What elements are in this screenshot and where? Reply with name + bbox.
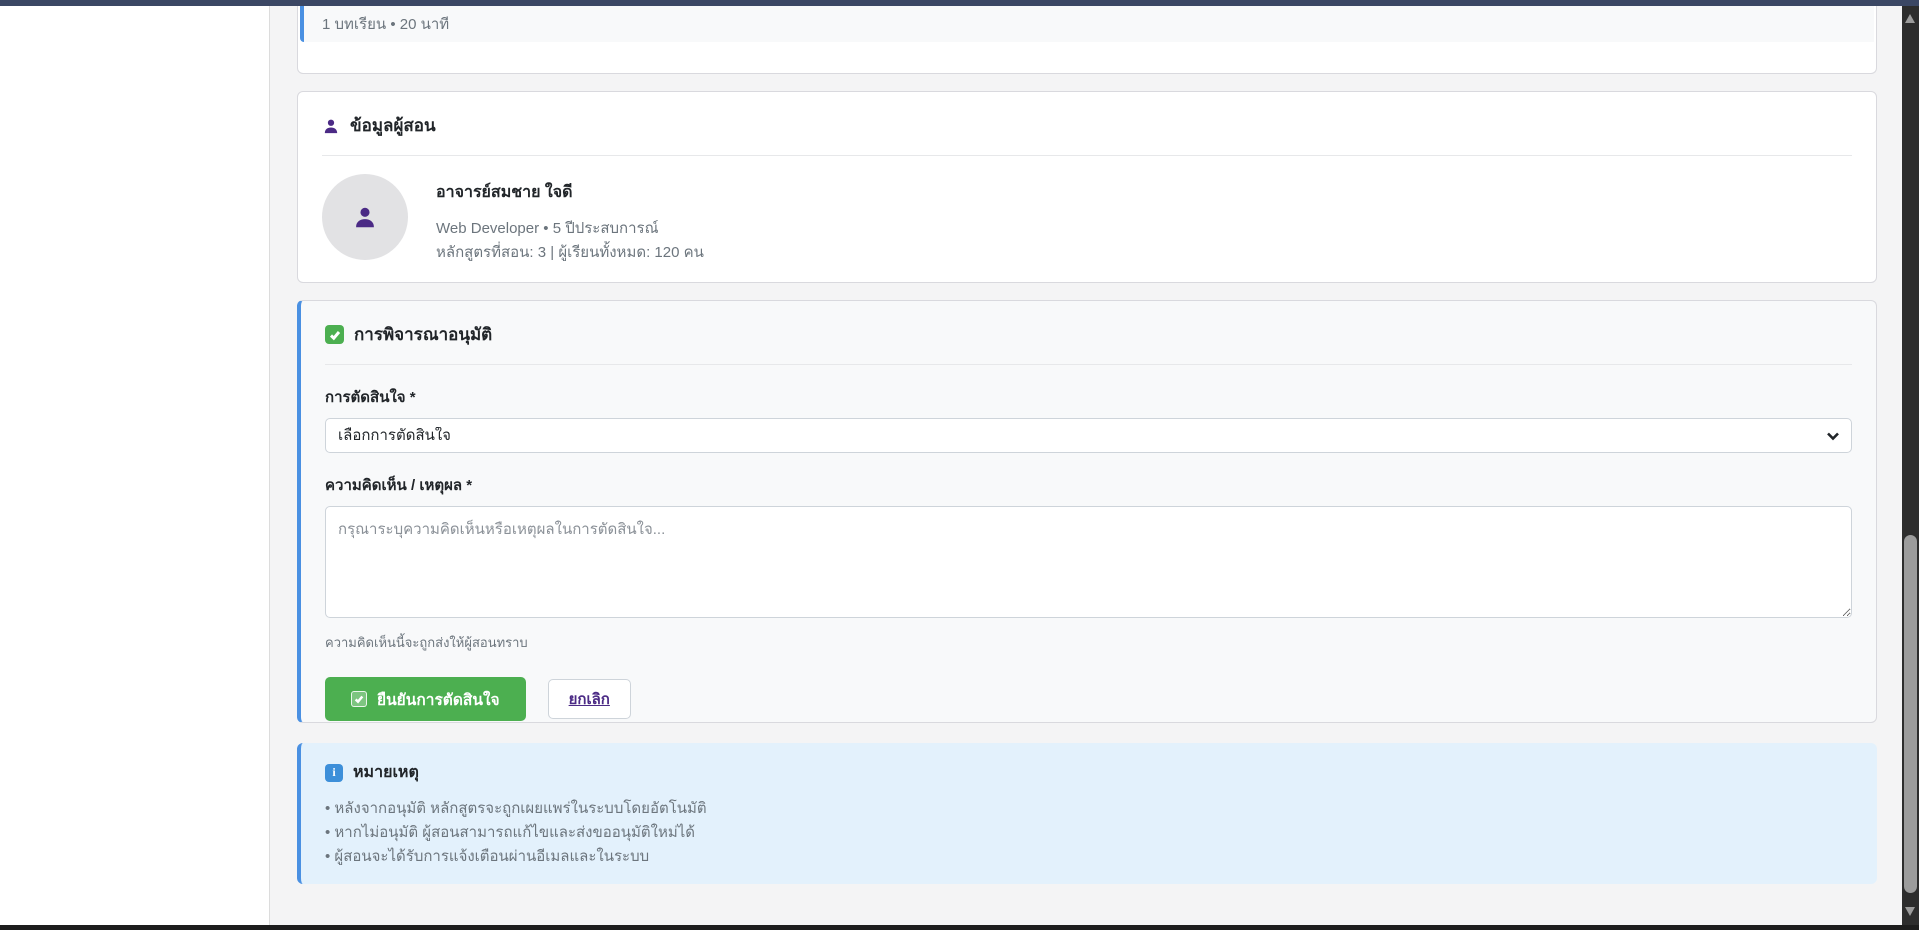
check-square-icon: [325, 325, 344, 344]
note-item: • หลังจากอนุมัติ หลักสูตรจะถูกเผยแพร่ในร…: [325, 797, 1853, 821]
confirm-decision-button[interactable]: ยืนยันการตัดสินใจ: [325, 677, 526, 721]
instructor-role: Web Developer • 5 ปีประสบการณ์: [436, 217, 704, 241]
scrollbar-down-arrow[interactable]: [1905, 907, 1915, 916]
scrollbar-up-arrow[interactable]: [1905, 14, 1915, 23]
decision-label: การตัดสินใจ *: [325, 385, 1852, 409]
lesson-meta-text: 1 บทเรียน • 20 นาที: [322, 12, 449, 36]
instructor-card: ข้อมูลผู้สอน อาจารย์สมชาย ใจดี Web Devel…: [297, 91, 1877, 283]
decision-select-wrap: เลือกการตัดสินใจ: [325, 418, 1852, 453]
approval-card-title: การพิจารณาอนุมัติ: [354, 321, 492, 348]
person-icon: [322, 117, 340, 135]
note-header: i หมายเหตุ: [325, 760, 1853, 785]
comment-help-text: ความคิดเห็นนี้จะถูกส่งให้ผู้สอนทราบ: [325, 632, 1852, 653]
note-card: i หมายเหตุ • หลังจากอนุมัติ หลักสูตรจะถู…: [297, 743, 1877, 884]
cancel-button-label: ยกเลิก: [569, 691, 610, 708]
action-buttons-row: ยืนยันการตัดสินใจ ยกเลิก: [325, 677, 1852, 721]
instructor-row: อาจารย์สมชาย ใจดี Web Developer • 5 ปีปร…: [322, 174, 1852, 265]
approval-card-header: การพิจารณาอนุมัติ: [325, 321, 1852, 365]
instructor-card-header: ข้อมูลผู้สอน: [322, 112, 1852, 156]
note-item: • ผู้สอนจะได้รับการแจ้งเตือนผ่านอีเมลและ…: [325, 845, 1853, 869]
lesson-summary-card: 1 บทเรียน • 20 นาที: [297, 6, 1877, 74]
instructor-card-title: ข้อมูลผู้สอน: [350, 112, 436, 139]
note-title: หมายเหตุ: [353, 760, 419, 785]
confirm-button-label: ยืนยันการตัดสินใจ: [377, 687, 500, 712]
instructor-details: อาจารย์สมชาย ใจดี Web Developer • 5 ปีปร…: [436, 174, 704, 265]
main-content: 1 บทเรียน • 20 นาที ข้อมูลผู้สอน อาจารย์…: [271, 6, 1902, 925]
page: 1 บทเรียน • 20 นาที ข้อมูลผู้สอน อาจารย์…: [0, 0, 1919, 930]
cancel-button[interactable]: ยกเลิก: [548, 679, 631, 719]
window-top-edge: [0, 0, 1919, 6]
approval-card: การพิจารณาอนุมัติ การตัดสินใจ * เลือกการ…: [297, 300, 1877, 723]
note-list: • หลังจากอนุมัติ หลักสูตรจะถูกเผยแพร่ในร…: [325, 797, 1853, 869]
window-bottom-edge: [0, 925, 1919, 930]
note-item: • หากไม่อนุมัติ ผู้สอนสามารถแก้ไขและส่งข…: [325, 821, 1853, 845]
sidebar: [0, 6, 270, 925]
comment-textarea[interactable]: [325, 506, 1852, 618]
avatar-person-icon: [352, 204, 378, 230]
instructor-name: อาจารย์สมชาย ใจดี: [436, 180, 704, 205]
lesson-item[interactable]: 1 บทเรียน • 20 นาที: [300, 6, 1874, 42]
info-icon: i: [325, 764, 343, 782]
check-icon: [351, 691, 367, 707]
scrollbar[interactable]: [1902, 6, 1919, 930]
instructor-avatar: [322, 174, 408, 260]
scrollbar-thumb[interactable]: [1904, 535, 1917, 893]
instructor-stats: หลักสูตรที่สอน: 3 | ผู้เรียนทั้งหมด: 120…: [436, 241, 704, 265]
comment-label: ความคิดเห็น / เหตุผล *: [325, 473, 1852, 497]
decision-select[interactable]: เลือกการตัดสินใจ: [325, 418, 1852, 453]
